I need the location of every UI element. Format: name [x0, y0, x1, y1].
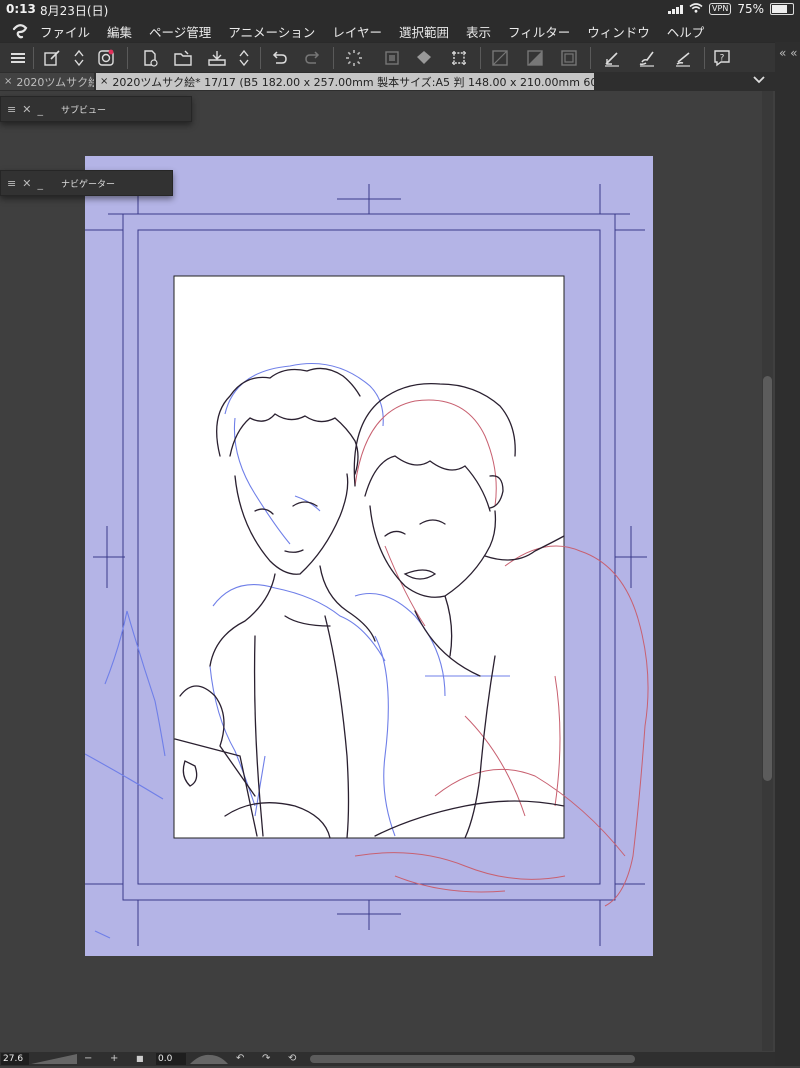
help-icon[interactable]: ?: [710, 47, 734, 69]
wifi-icon: [689, 2, 703, 16]
command-bar: ?: [0, 42, 800, 74]
open-folder-icon[interactable]: [171, 47, 195, 69]
menu-window[interactable]: ウィンドウ: [587, 22, 650, 41]
cell-signal-icon: [668, 4, 684, 14]
new-page-icon[interactable]: [138, 47, 162, 69]
toolbar-separator: [33, 47, 34, 69]
right-panel-strip: « «: [775, 42, 800, 1066]
panel-close-icon[interactable]: ✕: [22, 103, 31, 116]
blend-icon[interactable]: [523, 47, 547, 69]
toolbar-separator: [260, 47, 261, 69]
fill-icon[interactable]: [412, 47, 436, 69]
panel-menu-icon[interactable]: ≡: [7, 177, 16, 190]
canvas-bottom-bar: 27.6 − + ■ 0.0 ↶ ↷ ⟲: [0, 1052, 775, 1066]
up-down-arrows-icon[interactable]: [67, 47, 91, 69]
horizontal-scroll-thumb[interactable]: [310, 1055, 635, 1063]
menu-file[interactable]: ファイル: [40, 22, 90, 41]
zoom-level-field[interactable]: 27.6: [1, 1053, 29, 1065]
toolbar-separator: [333, 47, 334, 69]
undo-icon[interactable]: [267, 47, 291, 69]
panel-title: ナビゲーター: [60, 179, 115, 190]
battery-icon: [770, 3, 794, 15]
subview-panel[interactable]: ≡ ✕ _ サブビュー: [0, 96, 192, 122]
menu-filter[interactable]: フィルター: [508, 22, 570, 41]
vpn-badge: VPN: [709, 3, 732, 15]
clip-studio-logo-icon[interactable]: [0, 23, 40, 39]
menu-page-management[interactable]: ページ管理: [149, 22, 211, 41]
crop-icon[interactable]: [447, 47, 471, 69]
menu-view[interactable]: 表示: [466, 22, 491, 41]
tab-close-icon[interactable]: ×: [4, 76, 12, 87]
menu-bar: ファイル 編集 ページ管理 アニメーション レイヤー 選択範囲 表示 フィルター…: [0, 20, 800, 42]
navigator-panel[interactable]: ≡ ✕ _ ナビゲーター: [0, 170, 173, 196]
toolbar-separator: [704, 47, 705, 69]
toolbar-separator: [480, 47, 481, 69]
brush-icon[interactable]: [488, 47, 512, 69]
expand-panel-icon[interactable]: « «: [779, 46, 798, 60]
menu-animation[interactable]: アニメーション: [228, 22, 315, 41]
toolbar-separator: [127, 47, 128, 69]
eraser-icon[interactable]: [635, 47, 659, 69]
transform-icon[interactable]: [380, 47, 404, 69]
panel-menu-icon[interactable]: ≡: [7, 103, 16, 116]
vertical-scrollbar[interactable]: [762, 91, 773, 1051]
battery-percent: 75%: [737, 2, 764, 16]
status-time: 0:13: [6, 2, 36, 16]
zoom-in-button[interactable]: +: [110, 1052, 118, 1066]
menu-help[interactable]: ヘルプ: [667, 22, 705, 41]
pen-icon[interactable]: [600, 47, 624, 69]
redo-icon[interactable]: [301, 47, 325, 69]
menu-icon[interactable]: [6, 47, 30, 69]
panel-close-icon[interactable]: ✕: [22, 177, 31, 190]
status-date: 8月23日(日): [40, 4, 109, 18]
canvas-page[interactable]: [85, 156, 653, 956]
tab-close-icon[interactable]: ×: [100, 76, 108, 87]
status-right: VPN 75%: [668, 2, 794, 16]
menu-selection[interactable]: 選択範囲: [399, 22, 449, 41]
menu-edit[interactable]: 編集: [107, 22, 132, 41]
save-icon[interactable]: [205, 47, 229, 69]
status-bar: 0:13 8月23日(日) VPN 75%: [0, 0, 800, 20]
tab-document-active[interactable]: × 2020ツムサク絵* 17/17 (B5 182.00 x 257.00mm…: [96, 73, 594, 90]
tab-label: 2020ツムサク絵: [16, 75, 94, 89]
document-tab-bar: × 2020ツムサク絵 × 2020ツムサク絵* 17/17 (B5 182.0…: [0, 72, 800, 91]
chevron-down-icon[interactable]: [752, 74, 766, 89]
stop-icon[interactable]: ■: [136, 1052, 144, 1066]
panel-title: サブビュー: [60, 105, 106, 116]
tab-document-1[interactable]: × 2020ツムサク絵: [0, 73, 94, 90]
clip-logo-icon[interactable]: [94, 47, 118, 69]
svg-text:?: ?: [720, 54, 725, 64]
vertical-scroll-thumb[interactable]: [763, 376, 772, 781]
rotate-left-icon[interactable]: ↶: [236, 1052, 244, 1066]
toolbar-separator: [590, 47, 591, 69]
new-icon[interactable]: [40, 47, 64, 69]
border-icon[interactable]: [557, 47, 581, 69]
reset-rotation-icon[interactable]: ⟲: [288, 1052, 296, 1066]
rotate-right-icon[interactable]: ↷: [262, 1052, 270, 1066]
panel-minimize-icon[interactable]: _: [37, 177, 43, 190]
tab-label: 2020ツムサク絵* 17/17 (B5 182.00 x 257.00mm 製…: [112, 75, 594, 89]
rotation-angle-field[interactable]: 0.0: [156, 1053, 186, 1065]
menu-layer[interactable]: レイヤー: [332, 22, 382, 41]
zoom-out-button[interactable]: −: [84, 1052, 92, 1066]
up-down-arrows-icon[interactable]: [232, 47, 256, 69]
battery-fill: [772, 5, 787, 13]
loading-icon[interactable]: [342, 47, 366, 69]
ruler-icon[interactable]: [671, 47, 695, 69]
panel-minimize-icon[interactable]: _: [37, 103, 43, 116]
canvas-artwork[interactable]: [85, 156, 653, 956]
